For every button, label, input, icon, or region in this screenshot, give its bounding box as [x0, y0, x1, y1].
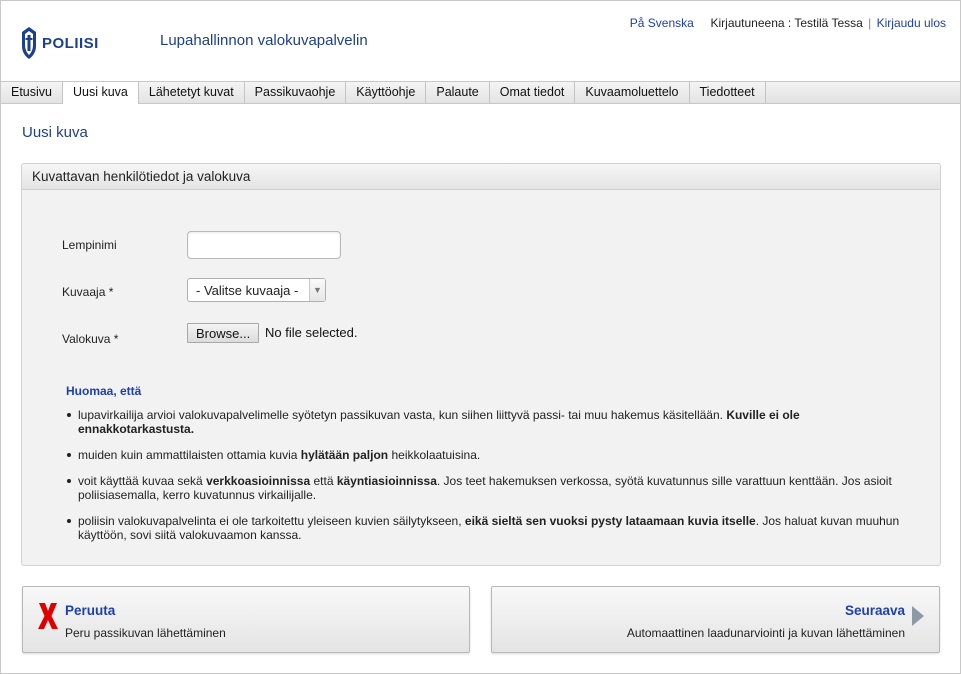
cancel-description: Peru passikuvan lähettäminen: [65, 626, 226, 640]
language-link[interactable]: På Svenska: [630, 16, 694, 30]
notice-emphasis: verkkoasioinnissa: [206, 474, 311, 488]
person-photo-panel: Kuvattavan henkilötiedot ja valokuva Lem…: [21, 163, 941, 566]
notice-title: Huomaa, että: [66, 384, 142, 398]
poliisi-logo[interactable]: POLIISI: [20, 26, 99, 60]
link-separator: |: [868, 16, 872, 30]
cancel-button[interactable]: Peruuta Peru passikuvan lähettäminen: [22, 586, 470, 653]
list-item: muiden kuin ammattilaisten ottamia kuvia…: [66, 448, 906, 462]
main-nav: Etusivu Uusi kuva Lähetetyt kuvat Passik…: [1, 81, 960, 104]
logout-link[interactable]: Kirjaudu ulos: [877, 16, 946, 30]
tab-passikuvaohje[interactable]: Passikuvaohje: [244, 82, 347, 103]
browse-button[interactable]: Browse...: [187, 323, 260, 343]
tab-tiedotteet[interactable]: Tiedotteet: [689, 82, 766, 103]
police-badge-icon: [22, 27, 36, 59]
tab-uusi-kuva[interactable]: Uusi kuva: [63, 82, 139, 104]
cancel-title: Peruuta: [65, 603, 116, 618]
logged-in-label: Kirjautuneena : Testilä Tessa: [710, 16, 863, 30]
photo-label: Valokuva *: [62, 332, 119, 346]
list-item: poliisin valokuvapalvelinta ei ole tarko…: [66, 514, 906, 542]
list-item: voit käyttää kuvaa sekä verkkoasioinniss…: [66, 474, 906, 502]
list-item: lupavirkailija arvioi valokuvapalvelimel…: [66, 408, 906, 436]
top-links: På Svenska Kirjautuneena : Testilä Tessa…: [630, 16, 946, 30]
nickname-label: Lempinimi: [62, 238, 117, 252]
next-title: Seuraava: [844, 603, 905, 618]
notice-list: lupavirkailija arvioi valokuvapalvelimel…: [66, 408, 906, 554]
notice-emphasis: eikä sieltä sen vuoksi pysty lataamaan k…: [464, 514, 756, 528]
tab-omat-tiedot[interactable]: Omat tiedot: [489, 82, 576, 103]
nickname-input[interactable]: [187, 231, 341, 259]
arrow-right-icon: [912, 606, 924, 626]
tab-kayttoohje[interactable]: Käyttöohje: [346, 82, 427, 103]
photographer-selected-value: - Valitse kuvaaja -: [196, 283, 299, 298]
page-title: Uusi kuva: [22, 124, 88, 141]
next-description: Automaattinen laadunarviointi ja kuvan l…: [626, 626, 905, 640]
photographer-select[interactable]: - Valitse kuvaaja - ▼: [187, 278, 326, 302]
next-button[interactable]: Seuraava Automaattinen laadunarviointi j…: [491, 586, 940, 653]
tab-kuvaamoluettelo[interactable]: Kuvaamoluettelo: [575, 82, 690, 103]
notice-text: voit käyttää kuvaa sekä: [78, 474, 207, 488]
chevron-down-icon[interactable]: ▼: [309, 279, 325, 301]
notice-emphasis: käyntiasioinnissa: [336, 474, 437, 488]
close-icon: [38, 603, 58, 629]
notice-emphasis: hylätään paljon: [300, 448, 389, 462]
tab-etusivu[interactable]: Etusivu: [1, 82, 63, 103]
notice-text: lupavirkailija arvioi valokuvapalvelimel…: [78, 408, 727, 422]
notice-text: poliisin valokuvapalvelinta ei ole tarko…: [78, 514, 465, 528]
logo-text: POLIISI: [42, 34, 99, 52]
tab-lahetetyt-kuvat[interactable]: Lähetetyt kuvat: [138, 82, 245, 103]
tab-palaute[interactable]: Palaute: [426, 82, 490, 103]
notice-text: heikkolaatuisina.: [388, 448, 481, 462]
panel-title: Kuvattavan henkilötiedot ja valokuva: [22, 164, 940, 190]
notice-text: muiden kuin ammattilaisten ottamia kuvia: [78, 448, 301, 462]
photographer-label: Kuvaaja *: [62, 285, 114, 299]
app-title: Lupahallinnon valokuvapalvelin: [160, 32, 368, 49]
notice-text: että: [310, 474, 337, 488]
file-status: No file selected.: [265, 325, 358, 340]
